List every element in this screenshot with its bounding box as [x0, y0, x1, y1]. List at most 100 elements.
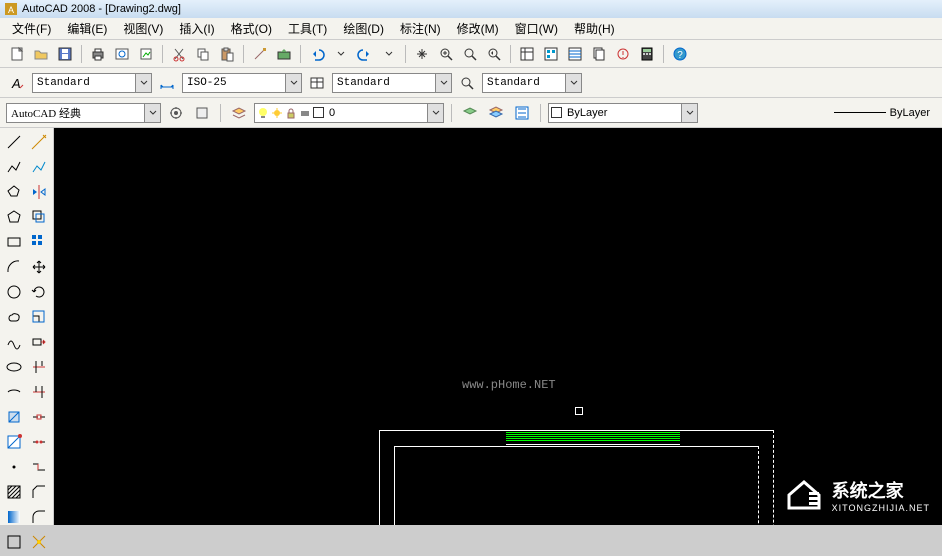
- block-editor-icon[interactable]: [273, 43, 295, 65]
- extend-icon[interactable]: [27, 380, 51, 404]
- paste-icon[interactable]: [216, 43, 238, 65]
- trim-icon[interactable]: [27, 355, 51, 379]
- explode-icon[interactable]: [27, 530, 51, 554]
- pentagon-icon[interactable]: [2, 205, 26, 229]
- ellipse-arc-icon[interactable]: [2, 380, 26, 404]
- menu-insert[interactable]: 插入(I): [173, 19, 220, 38]
- redo-icon[interactable]: [354, 43, 376, 65]
- layer-properties-icon[interactable]: [228, 102, 250, 124]
- ellipse-icon[interactable]: [2, 355, 26, 379]
- chevron-down-icon[interactable]: [681, 104, 697, 122]
- layer-states-icon[interactable]: [485, 102, 507, 124]
- chevron-down-icon[interactable]: [565, 74, 581, 92]
- stretch-icon[interactable]: [27, 330, 51, 354]
- layer-previous-icon[interactable]: [459, 102, 481, 124]
- new-icon[interactable]: [6, 43, 28, 65]
- menu-modify[interactable]: 修改(M): [451, 19, 505, 38]
- multileader-style-icon[interactable]: [456, 72, 478, 94]
- title-bar: A AutoCAD 2008 - [Drawing2.dwg]: [0, 0, 942, 18]
- menu-edit[interactable]: 编辑(E): [61, 19, 113, 38]
- calc-icon[interactable]: [636, 43, 658, 65]
- color-combo[interactable]: ByLayer: [548, 103, 698, 123]
- mirror-icon[interactable]: [27, 180, 51, 204]
- workspace-save-icon[interactable]: [191, 102, 213, 124]
- break-point-icon[interactable]: [27, 405, 51, 429]
- zoom-realtime-icon[interactable]: [435, 43, 457, 65]
- construction-line-icon[interactable]: [27, 130, 51, 154]
- dim-style-combo[interactable]: ISO-25: [182, 73, 302, 93]
- offset-icon[interactable]: [27, 205, 51, 229]
- markup-icon[interactable]: [612, 43, 634, 65]
- region-icon[interactable]: [2, 530, 26, 554]
- linetype-combo[interactable]: ByLayer: [830, 107, 930, 119]
- pan-icon[interactable]: [411, 43, 433, 65]
- plot-preview-icon[interactable]: [111, 43, 133, 65]
- table-style-icon[interactable]: [306, 72, 328, 94]
- copy-icon[interactable]: [192, 43, 214, 65]
- break-icon[interactable]: [27, 430, 51, 454]
- layer-match-icon[interactable]: [511, 102, 533, 124]
- circle-icon[interactable]: [2, 280, 26, 304]
- fillet-icon[interactable]: [27, 505, 51, 529]
- polyline-icon[interactable]: [2, 155, 26, 179]
- properties-icon[interactable]: [516, 43, 538, 65]
- dim-style-icon[interactable]: [156, 72, 178, 94]
- array-icon[interactable]: [27, 230, 51, 254]
- multileader-style-combo[interactable]: Standard: [482, 73, 582, 93]
- print-icon[interactable]: [87, 43, 109, 65]
- match-prop-icon[interactable]: [249, 43, 271, 65]
- revcloud-icon[interactable]: [2, 305, 26, 329]
- move-icon[interactable]: [27, 255, 51, 279]
- chevron-down-icon[interactable]: [144, 104, 160, 122]
- publish-icon[interactable]: [135, 43, 157, 65]
- zoom-previous-icon[interactable]: [483, 43, 505, 65]
- zoom-window-icon[interactable]: [459, 43, 481, 65]
- menu-draw[interactable]: 绘图(D): [337, 19, 390, 38]
- workspace-settings-icon[interactable]: [165, 102, 187, 124]
- menu-help[interactable]: 帮助(H): [568, 19, 621, 38]
- sun-icon: [271, 107, 283, 119]
- menu-format[interactable]: 格式(O): [225, 19, 278, 38]
- tool-palettes-icon[interactable]: [564, 43, 586, 65]
- sheet-set-icon[interactable]: [588, 43, 610, 65]
- chevron-down-icon[interactable]: [135, 74, 151, 92]
- undo-dropdown-icon[interactable]: [330, 43, 352, 65]
- rotate-icon[interactable]: [27, 280, 51, 304]
- join-icon[interactable]: [27, 455, 51, 479]
- spline-icon[interactable]: [2, 330, 26, 354]
- make-block-icon[interactable]: [2, 430, 26, 454]
- design-center-icon[interactable]: [540, 43, 562, 65]
- line-icon[interactable]: [2, 130, 26, 154]
- insert-block-icon[interactable]: [2, 405, 26, 429]
- polygon-icon[interactable]: [27, 155, 51, 179]
- rect-icon[interactable]: [2, 230, 26, 254]
- layer-combo[interactable]: 0: [254, 103, 444, 123]
- text-style-icon[interactable]: A: [6, 72, 28, 94]
- cut-icon[interactable]: [168, 43, 190, 65]
- undo-icon[interactable]: [306, 43, 328, 65]
- title-text: AutoCAD 2008 - [Drawing2.dwg]: [22, 3, 181, 15]
- menu-tools[interactable]: 工具(T): [282, 19, 333, 38]
- chevron-down-icon[interactable]: [427, 104, 443, 122]
- table-style-combo[interactable]: Standard: [332, 73, 452, 93]
- arc-icon[interactable]: [2, 255, 26, 279]
- drawing-canvas[interactable]: www.pHome.NET 系统之家: [54, 128, 942, 525]
- point-icon[interactable]: [2, 455, 26, 479]
- workspace-combo[interactable]: AutoCAD 经典: [6, 103, 161, 123]
- menu-dimension[interactable]: 标注(N): [394, 19, 447, 38]
- save-icon[interactable]: [54, 43, 76, 65]
- chevron-down-icon[interactable]: [285, 74, 301, 92]
- scale-icon[interactable]: [27, 305, 51, 329]
- rectangle-icon[interactable]: [2, 180, 26, 204]
- help-icon[interactable]: ?: [669, 43, 691, 65]
- chamfer-icon[interactable]: [27, 480, 51, 504]
- hatch-icon[interactable]: [2, 480, 26, 504]
- gradient-icon[interactable]: [2, 505, 26, 529]
- menu-file[interactable]: 文件(F): [6, 19, 57, 38]
- open-icon[interactable]: [30, 43, 52, 65]
- redo-dropdown-icon[interactable]: [378, 43, 400, 65]
- text-style-combo[interactable]: Standard: [32, 73, 152, 93]
- menu-window[interactable]: 窗口(W): [509, 19, 564, 38]
- menu-view[interactable]: 视图(V): [117, 19, 169, 38]
- chevron-down-icon[interactable]: [435, 74, 451, 92]
